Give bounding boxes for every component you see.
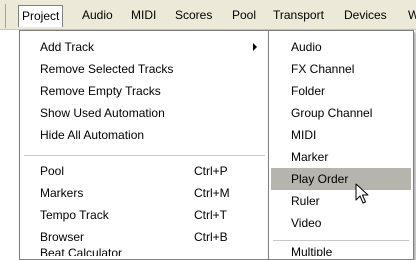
submenu-item-play-order[interactable]: Play Order [271, 168, 411, 190]
menu-window-clipped[interactable]: W [406, 0, 416, 30]
submenu-item-ruler[interactable]: Ruler [271, 190, 411, 212]
menu-transport-label: Transport [273, 8, 324, 22]
menu-midi-label: MIDI [131, 8, 157, 22]
menubar-edge [5, 4, 6, 28]
menu-item-label: Add Track [40, 40, 95, 54]
submenu-separator [273, 240, 409, 241]
submenu-item-label: MIDI [291, 128, 317, 142]
submenu-item-label: Audio [291, 40, 322, 54]
menu-window-label: W [408, 8, 416, 22]
menu-item-label: Beat Calculator [40, 248, 123, 256]
menu-item-label: Remove Empty Tracks [40, 84, 161, 98]
menu-item-label: Browser [40, 230, 85, 244]
menu-devices-label: Devices [344, 8, 387, 22]
submenu-item-label: Video [291, 216, 322, 230]
menu-item-show-used-automation[interactable]: Show Used Automation [22, 102, 267, 124]
project-menu: Add Track Remove Selected Tracks Remove … [19, 30, 270, 260]
menu-scores-label: Scores [175, 8, 213, 22]
menu-item-hide-all-automation[interactable]: Hide All Automation [22, 124, 267, 146]
menu-item-add-track[interactable]: Add Track [22, 36, 267, 58]
menu-item-label: Pool [40, 164, 65, 178]
menu-item-shortcut: Ctrl+T [194, 208, 227, 222]
submenu-item-fx-channel[interactable]: FX Channel [271, 58, 411, 80]
menu-item-shortcut: Ctrl+P [194, 164, 228, 178]
menu-item-label: Tempo Track [40, 208, 109, 222]
menu-scores[interactable]: Scores [175, 0, 212, 30]
submenu-item-label: FX Channel [291, 62, 355, 76]
add-track-submenu: Audio FX Channel Folder Group Channel MI… [268, 30, 414, 260]
submenu-item-label: Group Channel [291, 106, 373, 120]
menu-item-markers[interactable]: Markers Ctrl+M [22, 182, 267, 204]
mouse-pointer-icon [355, 183, 369, 204]
menu-item-pool[interactable]: Pool Ctrl+P [22, 160, 267, 182]
menu-audio-label: Audio [82, 8, 113, 22]
submenu-item-midi[interactable]: MIDI [271, 124, 411, 146]
submenu-item-label: Marker [291, 150, 329, 164]
menu-midi[interactable]: MIDI [131, 0, 156, 30]
submenu-item-label: Play Order [291, 172, 349, 186]
menu-item-shortcut: Ctrl+B [194, 230, 228, 244]
menu-project[interactable]: Project [18, 5, 64, 27]
menu-item-label: Markers [40, 186, 84, 200]
menu-item-shortcut: Ctrl+M [194, 186, 230, 200]
menu-pool[interactable]: Pool [232, 0, 256, 30]
menu-item-remove-selected-tracks[interactable]: Remove Selected Tracks [22, 58, 267, 80]
submenu-item-label: Folder [291, 84, 326, 98]
submenu-item-audio[interactable]: Audio [271, 36, 411, 58]
menu-item-remove-empty-tracks[interactable]: Remove Empty Tracks [22, 80, 267, 102]
submenu-item-video[interactable]: Video [271, 212, 411, 234]
menu-item-label: Remove Selected Tracks [40, 62, 174, 76]
submenu-item-group-channel[interactable]: Group Channel [271, 102, 411, 124]
menu-item-browser[interactable]: Browser Ctrl+B [22, 226, 267, 248]
menu-pool-label: Pool [232, 8, 257, 22]
menu-project-label: Project [22, 9, 60, 23]
menu-devices[interactable]: Devices [344, 0, 387, 30]
submenu-item-label: Multiple [291, 247, 333, 256]
menu-item-tempo-track[interactable]: Tempo Track Ctrl+T [22, 204, 267, 226]
submenu-arrow-icon [253, 43, 257, 51]
menu-item-label: Show Used Automation [40, 106, 165, 120]
menu-transport[interactable]: Transport [273, 0, 324, 30]
menu-audio[interactable]: Audio [82, 0, 113, 30]
submenu-item-marker[interactable]: Marker [271, 146, 411, 168]
menu-bar: Project Audio MIDI Scores Pool Transport… [0, 0, 416, 30]
submenu-item-label: Ruler [291, 194, 320, 208]
menu-item-beat-calculator[interactable]: Beat Calculator [22, 248, 267, 256]
menu-item-label: Hide All Automation [40, 128, 145, 142]
menu-separator [24, 155, 265, 156]
submenu-item-multiple[interactable]: Multiple [271, 247, 411, 256]
submenu-item-folder[interactable]: Folder [271, 80, 411, 102]
